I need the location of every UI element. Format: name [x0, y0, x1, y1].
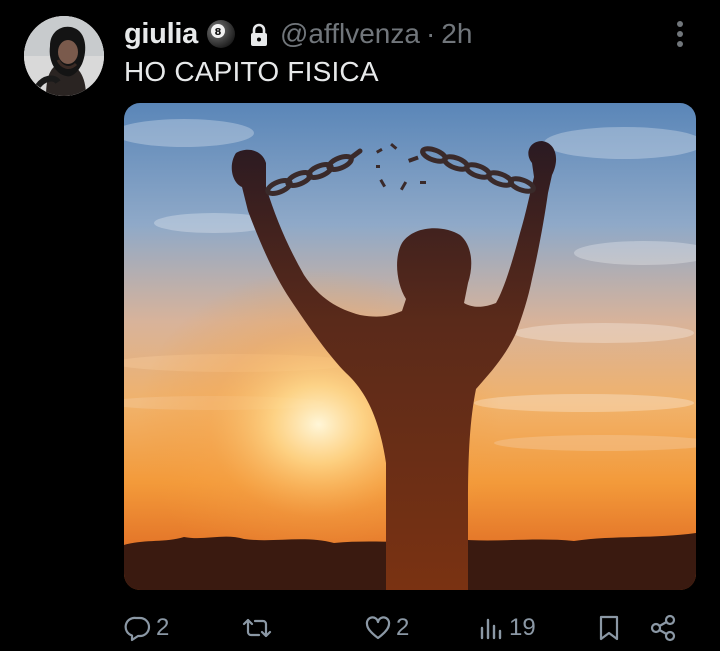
share-icon [650, 614, 676, 642]
bookmark-button[interactable] [596, 608, 622, 648]
user-handle[interactable]: @afflvenza [280, 18, 420, 50]
views-icon [480, 618, 502, 640]
retweet-icon [242, 618, 272, 638]
separator-dot: · [425, 18, 436, 49]
timestamp[interactable]: 2h [441, 18, 472, 50]
tweet-header: giulia 8 @afflvenza · 2h [124, 14, 694, 54]
views-button[interactable]: 19 [479, 608, 536, 648]
reply-count: 2 [156, 614, 170, 641]
avatar[interactable] [24, 16, 104, 96]
tweet-media[interactable] [124, 103, 696, 590]
media-image [124, 103, 696, 590]
tweet-actions: 2 2 19 [124, 608, 696, 648]
more-options-icon[interactable] [666, 18, 694, 50]
display-name[interactable]: giulia [124, 18, 198, 51]
reply-button[interactable]: 2 [124, 608, 169, 648]
avatar-image [24, 16, 104, 96]
svg-text:8: 8 [214, 27, 221, 38]
heart-icon [365, 616, 391, 640]
retweet-button[interactable] [242, 608, 276, 648]
like-button[interactable]: 2 [364, 608, 409, 648]
tweet-text: HO CAPITO FISICA [124, 56, 379, 87]
reply-icon [124, 616, 151, 642]
lock-icon [248, 22, 270, 46]
views-count: 19 [509, 614, 536, 641]
bookmark-icon [599, 615, 619, 641]
like-count: 2 [396, 614, 410, 641]
8-ball-emoji-icon: 8 [206, 19, 236, 49]
share-button[interactable] [650, 608, 678, 648]
